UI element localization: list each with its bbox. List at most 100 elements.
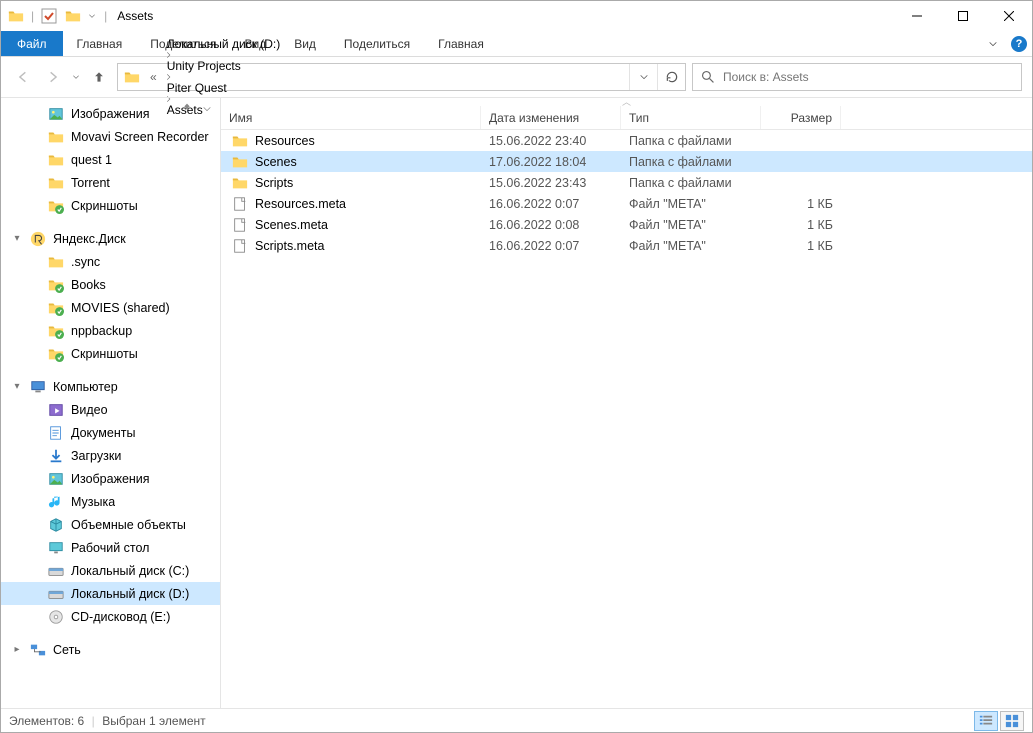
- column-name[interactable]: Имя: [221, 106, 481, 129]
- tree-item[interactable]: MOVIES (shared): [1, 296, 220, 319]
- expand-icon[interactable]: ▾: [11, 381, 23, 392]
- tree-item[interactable]: Объемные объекты: [1, 513, 220, 536]
- file-row[interactable]: Scripts.meta16.06.2022 0:07Файл "META"1 …: [221, 235, 1032, 256]
- file-icon: [231, 195, 249, 213]
- file-size: 1 КБ: [761, 197, 841, 211]
- file-icon: [231, 237, 249, 255]
- close-button[interactable]: [986, 1, 1032, 31]
- tree-item[interactable]: nppbackup: [1, 319, 220, 342]
- refresh-button[interactable]: [657, 64, 685, 90]
- minimize-button[interactable]: [894, 1, 940, 31]
- view-details-button[interactable]: [974, 711, 998, 731]
- back-button[interactable]: [11, 65, 35, 89]
- search-input[interactable]: [723, 70, 1021, 84]
- music-icon: [47, 493, 65, 511]
- tree-network[interactable]: ▸ Сеть: [1, 638, 220, 661]
- file-row[interactable]: Resources.meta16.06.2022 0:07Файл "META"…: [221, 193, 1032, 214]
- tree-item[interactable]: Видео: [1, 398, 220, 421]
- file-row[interactable]: Scenes17.06.2022 18:04Папка с файлами: [221, 151, 1032, 172]
- tree-item[interactable]: Скриншоты: [1, 194, 220, 217]
- tree-item[interactable]: Изображения: [1, 467, 220, 490]
- file-name: Scenes.meta: [255, 218, 328, 232]
- address-bar[interactable]: « Локальный диск (D:)Unity ProjectsPiter…: [117, 63, 686, 91]
- breadcrumb-chevron-icon[interactable]: [161, 73, 287, 81]
- column-type[interactable]: Тип: [621, 106, 761, 129]
- file-type: Файл "META": [621, 197, 761, 211]
- tree-label: Объемные объекты: [71, 518, 186, 532]
- search-box[interactable]: [692, 63, 1022, 91]
- ribbon-tab[interactable]: Поделиться: [330, 31, 424, 56]
- file-row[interactable]: Scenes.meta16.06.2022 0:08Файл "META"1 К…: [221, 214, 1032, 235]
- ribbon-file-tab[interactable]: Файл: [1, 31, 63, 56]
- file-type: Файл "META": [621, 218, 761, 232]
- file-type: Папка с файлами: [621, 134, 761, 148]
- tree-item[interactable]: Локальный диск (D:): [1, 582, 220, 605]
- tree-item[interactable]: Books: [1, 273, 220, 296]
- breadcrumb-segment[interactable]: Piter Quest: [161, 81, 287, 95]
- tree-item[interactable]: Документы: [1, 421, 220, 444]
- tree-item[interactable]: CD-дисковод (E:): [1, 605, 220, 628]
- tree-item[interactable]: Загрузки: [1, 444, 220, 467]
- expand-icon[interactable]: ▸: [11, 644, 23, 655]
- file-row[interactable]: Scripts15.06.2022 23:43Папка с файлами: [221, 172, 1032, 193]
- tree-label: Музыка: [71, 495, 115, 509]
- view-large-button[interactable]: [1000, 711, 1024, 731]
- tree-label: nppbackup: [71, 324, 132, 338]
- tree-computer[interactable]: ▾ Компьютер: [1, 375, 220, 398]
- file-row[interactable]: Resources15.06.2022 23:40Папка с файлами: [221, 130, 1032, 151]
- grip-icon: ︿: [612, 100, 642, 104]
- file-name: Resources: [255, 134, 315, 148]
- tree-item[interactable]: Movavi Screen Recorder: [1, 125, 220, 148]
- folder-icon: [47, 174, 65, 192]
- column-date[interactable]: Дата изменения: [481, 106, 621, 129]
- tree-pin-icon[interactable]: [178, 100, 196, 118]
- help-button[interactable]: ?: [1006, 31, 1032, 56]
- explorer-window: | | Assets Файл ГлавнаяПоделитьсяВидВидП…: [0, 0, 1033, 733]
- file-size: 1 КБ: [761, 218, 841, 232]
- address-dropdown[interactable]: [629, 64, 657, 90]
- folder-sync-icon: [47, 299, 65, 317]
- forward-button[interactable]: [41, 65, 65, 89]
- breadcrumb-segment[interactable]: Unity Projects: [161, 59, 287, 73]
- network-icon: [29, 641, 47, 659]
- breadcrumb-root-chevron[interactable]: «: [146, 64, 161, 90]
- tree-item[interactable]: Локальный диск (C:): [1, 559, 220, 582]
- ribbon-collapse-button[interactable]: [980, 31, 1006, 56]
- expand-icon[interactable]: ▾: [11, 233, 23, 244]
- tree-label: Изображения: [71, 472, 150, 486]
- desktop-icon: [47, 539, 65, 557]
- downloads-icon: [47, 447, 65, 465]
- address-folder-icon: [118, 69, 146, 85]
- tree-label: Локальный диск (D:): [71, 587, 189, 601]
- file-list[interactable]: Resources15.06.2022 23:40Папка с файлами…: [221, 130, 1032, 708]
- breadcrumb-segment[interactable]: Локальный диск (D:): [161, 37, 287, 51]
- tree-item[interactable]: .sync: [1, 250, 220, 273]
- tree-item[interactable]: Музыка: [1, 490, 220, 513]
- tree-label: Изображения: [71, 107, 150, 121]
- file-name: Scripts: [255, 176, 293, 190]
- breadcrumb-chevron-icon[interactable]: [161, 51, 287, 59]
- qat-dropdown-icon[interactable]: [88, 9, 98, 23]
- qat-separator: |: [104, 9, 107, 23]
- ribbon-tab[interactable]: Главная: [63, 31, 137, 56]
- tree-label: Загрузки: [71, 449, 121, 463]
- history-dropdown[interactable]: [71, 65, 81, 89]
- tree-chevron-icon[interactable]: [198, 100, 216, 118]
- ribbon-tab[interactable]: Вид: [280, 31, 330, 56]
- column-size[interactable]: Размер: [761, 106, 841, 129]
- tree-item[interactable]: quest 1: [1, 148, 220, 171]
- tree-yandex-disk[interactable]: ▾ Яндекс.Диск: [1, 227, 220, 250]
- file-name: Scenes: [255, 155, 297, 169]
- file-date: 16.06.2022 0:07: [481, 197, 621, 211]
- navigation-tree[interactable]: Изображения Movavi Screen Recorderquest 1…: [1, 98, 221, 708]
- qat-folder-icon[interactable]: [64, 7, 82, 25]
- tree-label: Видео: [71, 403, 108, 417]
- up-button[interactable]: [87, 65, 111, 89]
- ribbon-tab[interactable]: Главная: [424, 31, 498, 56]
- tree-item[interactable]: Рабочий стол: [1, 536, 220, 559]
- qat-properties-icon[interactable]: [40, 7, 58, 25]
- tree-item[interactable]: Скриншоты: [1, 342, 220, 365]
- tree-item[interactable]: Torrent: [1, 171, 220, 194]
- maximize-button[interactable]: [940, 1, 986, 31]
- pictures-icon: [47, 470, 65, 488]
